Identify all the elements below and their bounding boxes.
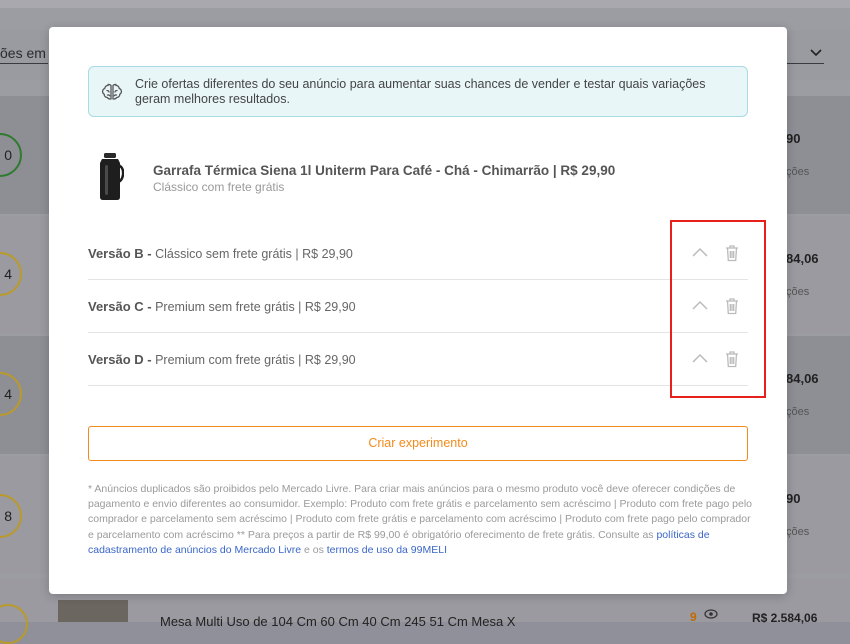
info-banner-text: Crie ofertas diferentes do seu anúncio p… — [135, 77, 706, 106]
chevron-down-icon — [810, 44, 822, 60]
eye-icon — [704, 608, 718, 622]
version-label: Versão D - — [88, 352, 152, 367]
background-price: R$ 2.584,06 — [752, 611, 818, 625]
version-detail: Premium sem frete grátis | R$ 29,90 — [155, 300, 356, 314]
version-description: Versão C - Premium sem frete grátis | R$… — [88, 299, 356, 314]
version-row-d: Versão D - Premium com frete grátis | R$… — [88, 333, 748, 386]
product-title: Garrafa Térmica Siena 1l Uniterm Para Ca… — [153, 163, 616, 178]
version-list: Versão B - Clássico sem frete grátis | R… — [88, 227, 748, 386]
background-score-circle: 0 — [0, 133, 22, 177]
background-subtext: ções — [786, 286, 810, 298]
create-experiment-button[interactable]: Criar experimento — [88, 426, 748, 461]
background-score-circle: 4 — [0, 252, 22, 296]
product-listing-type: Clássico com frete grátis — [153, 180, 285, 194]
background-price: 84,06 — [786, 251, 819, 266]
create-experiment-modal: Crie ofertas diferentes do seu anúncio p… — [49, 27, 787, 594]
product-image — [96, 151, 125, 201]
footnote-text: * Anúncios duplicados são proibidos pelo… — [88, 483, 752, 541]
version-row-c: Versão C - Premium sem frete grátis | R$… — [88, 280, 748, 333]
brain-icon — [100, 80, 124, 104]
background-price: 90 — [786, 131, 801, 146]
background-score-circle: 4 — [0, 372, 22, 416]
version-row-b: Versão B - Clássico sem frete grátis | R… — [88, 227, 748, 280]
terms-of-use-link[interactable]: termos de uso da 99MELI — [327, 544, 447, 556]
background-subtext: ções — [786, 166, 810, 178]
background-filter-underline — [0, 63, 48, 64]
background-subtext: ções — [786, 526, 810, 538]
product-summary: Garrafa Térmica Siena 1l Uniterm Para Ca… — [88, 147, 748, 207]
version-detail: Premium com frete grátis | R$ 29,90 — [155, 353, 356, 367]
background-top-bar — [0, 0, 850, 8]
background-filter-text: ões em — [0, 45, 46, 61]
version-label: Versão C - — [88, 299, 152, 314]
background-filter-underline — [786, 63, 824, 64]
annotation-highlight-box — [670, 220, 766, 398]
background-price: 84,06 — [786, 371, 819, 386]
version-description: Versão B - Clássico sem frete grátis | R… — [88, 246, 353, 261]
info-banner: Crie ofertas diferentes do seu anúncio p… — [88, 66, 748, 117]
footnote: * Anúncios duplicados são proibidos pelo… — [88, 482, 753, 558]
background-thumbnail — [58, 600, 128, 622]
version-detail: Clássico sem frete grátis | R$ 29,90 — [155, 247, 353, 261]
version-label: Versão B - — [88, 246, 152, 261]
version-description: Versão D - Premium com frete grátis | R$… — [88, 352, 356, 367]
background-price: 90 — [786, 491, 801, 506]
background-score-circle: 8 — [0, 494, 22, 538]
background-subtext: ções — [786, 406, 810, 418]
footnote-connector: e os — [303, 543, 324, 556]
